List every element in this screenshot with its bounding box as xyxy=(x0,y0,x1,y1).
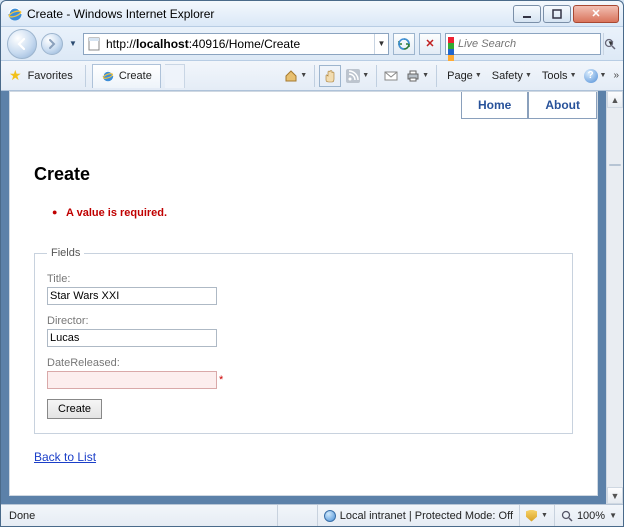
nav-history-dropdown[interactable]: ▼ xyxy=(67,31,79,57)
search-input[interactable] xyxy=(456,38,603,50)
browser-tab[interactable]: Create xyxy=(92,64,161,88)
hand-tool-button[interactable] xyxy=(319,65,341,87)
zone-text: Local intranet | Protected Mode: Off xyxy=(340,510,513,522)
content-viewport: Home About Create A value is required. F… xyxy=(1,91,623,504)
ie-logo-icon xyxy=(101,69,115,83)
tools-menu[interactable]: Tools ▼ xyxy=(536,65,579,87)
status-separator-cell xyxy=(277,505,317,526)
ie-logo-icon xyxy=(7,6,23,22)
date-released-input[interactable] xyxy=(47,371,217,389)
read-mail-button[interactable] xyxy=(381,65,401,87)
title-bar: Create - Windows Internet Explorer ✕ xyxy=(1,1,623,27)
new-tab-button[interactable] xyxy=(165,64,185,88)
scroll-track[interactable] xyxy=(607,108,623,487)
title-label: Title: xyxy=(47,273,560,285)
shield-icon xyxy=(526,510,537,522)
status-bar: Done Local intranet | Protected Mode: Of… xyxy=(1,504,623,526)
globe-icon xyxy=(324,510,336,522)
favorites-star-icon[interactable]: ★ xyxy=(9,67,22,84)
vertical-scrollbar[interactable]: ▲ ▼ xyxy=(606,91,623,504)
address-dropdown[interactable]: ▼ xyxy=(374,34,388,54)
back-to-list-link[interactable]: Back to List xyxy=(34,450,96,464)
back-button[interactable] xyxy=(7,29,37,59)
page-icon xyxy=(86,36,102,52)
nav-toolbar: ▼ http://localhost:40916/Home/Create ▼ ✕… xyxy=(1,27,623,61)
address-bar[interactable]: http://localhost:40916/Home/Create ▼ xyxy=(83,33,389,55)
toolbar-overflow[interactable]: » xyxy=(613,70,619,81)
page-content: Home About Create A value is required. F… xyxy=(9,91,598,496)
close-button[interactable]: ✕ xyxy=(573,5,619,23)
search-go-button[interactable] xyxy=(603,33,616,55)
zone-cell[interactable]: Local intranet | Protected Mode: Off xyxy=(317,505,519,526)
forward-button[interactable] xyxy=(41,33,63,55)
fields-legend: Fields xyxy=(47,247,84,259)
date-released-label: DateReleased: xyxy=(47,357,560,369)
page-body: Create A value is required. Fields Title… xyxy=(10,92,597,472)
required-asterisk: * xyxy=(219,374,223,386)
fields-group: Fields Title: Director: DateReleased: * xyxy=(34,247,573,434)
refresh-button[interactable] xyxy=(393,33,415,55)
favorites-row: ★ Favorites Create ▼ ▼ ▼ Page ▼ Safety ▼… xyxy=(1,61,623,91)
scroll-down-arrow[interactable]: ▼ xyxy=(607,487,623,504)
zoom-dropdown-icon: ▼ xyxy=(609,511,617,520)
help-button[interactable]: ?▼ xyxy=(581,65,610,87)
protected-mode-cell[interactable]: ▼ xyxy=(519,505,554,526)
title-input[interactable] xyxy=(47,287,217,305)
validation-summary: A value is required. xyxy=(52,207,573,219)
page-menu[interactable]: Page ▼ xyxy=(441,65,484,87)
ie-command-bar: ▼ ▼ ▼ Page ▼ Safety ▼ Tools ▼ ?▼ » xyxy=(281,65,619,87)
field-title: Title: xyxy=(47,273,560,305)
maximize-button[interactable] xyxy=(543,5,571,23)
home-button[interactable]: ▼ xyxy=(281,65,310,87)
site-tab-home[interactable]: Home xyxy=(461,92,528,119)
validation-error: A value is required. xyxy=(52,207,573,219)
page-background: Home About Create A value is required. F… xyxy=(1,91,606,504)
url-input[interactable]: http://localhost:40916/Home/Create xyxy=(104,37,374,51)
stop-button[interactable]: ✕ xyxy=(419,33,441,55)
window-title: Create - Windows Internet Explorer xyxy=(27,7,513,21)
separator xyxy=(85,65,86,87)
zoom-icon xyxy=(561,510,573,522)
zoom-level: 100% xyxy=(577,510,605,522)
page-heading: Create xyxy=(34,164,573,185)
scroll-up-arrow[interactable]: ▲ xyxy=(607,91,623,108)
director-label: Director: xyxy=(47,315,560,327)
feeds-button[interactable]: ▼ xyxy=(343,65,372,87)
safety-menu[interactable]: Safety ▼ xyxy=(486,65,534,87)
live-search-icon xyxy=(448,37,454,51)
zoom-cell[interactable]: 100% ▼ xyxy=(554,505,623,526)
minimize-button[interactable] xyxy=(513,5,541,23)
search-box[interactable] xyxy=(445,33,601,55)
window-frame: Create - Windows Internet Explorer ✕ ▼ h… xyxy=(0,0,624,527)
window-buttons: ✕ xyxy=(513,5,619,23)
field-date-released: DateReleased: * xyxy=(47,357,560,389)
site-tab-about[interactable]: About xyxy=(528,92,597,119)
field-director: Director: xyxy=(47,315,560,347)
director-input[interactable] xyxy=(47,329,217,347)
status-text: Done xyxy=(1,510,277,522)
create-button[interactable]: Create xyxy=(47,399,102,419)
print-button[interactable]: ▼ xyxy=(403,65,432,87)
protected-mode-dropdown-icon: ▼ xyxy=(541,512,548,519)
tab-title: Create xyxy=(119,70,152,82)
site-nav-tabs: Home About xyxy=(461,92,597,119)
scroll-thumb[interactable] xyxy=(609,164,621,166)
favorites-label[interactable]: Favorites xyxy=(28,70,73,82)
